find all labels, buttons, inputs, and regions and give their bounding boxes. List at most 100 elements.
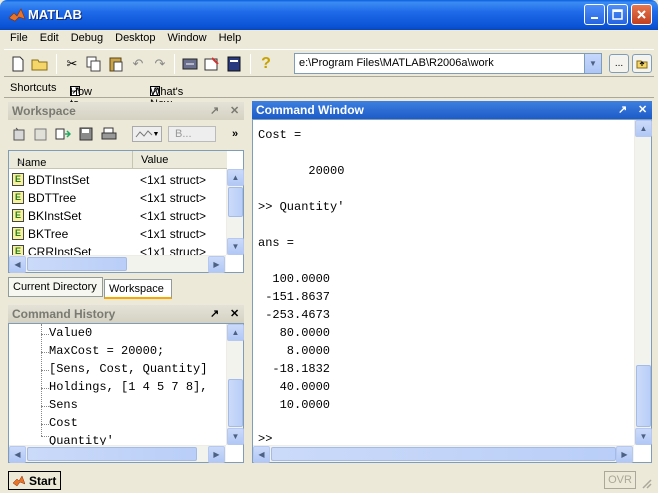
menu-desktop[interactable]: Desktop <box>109 30 161 48</box>
history-entry[interactable]: [Sens, Cost, Quantity] <box>49 362 207 376</box>
title-bar[interactable]: MATLAB <box>0 0 658 30</box>
history-entry[interactable]: Cost <box>49 416 78 430</box>
chevron-down-icon[interactable]: ▼ <box>584 54 601 73</box>
menu-window[interactable]: Window <box>161 30 212 48</box>
overwrite-indicator: OVR <box>604 471 636 489</box>
table-row[interactable]: E BDTTree <1x1 struct> <box>9 189 227 207</box>
scroll-right-icon[interactable]: ▶ <box>616 446 633 463</box>
history-entry[interactable]: Holdings, [1 4 5 7 8], <box>49 380 207 394</box>
command-window-title-bar[interactable]: Command Window ↗ ✕ <box>252 101 652 119</box>
workspace-vertical-scrollbar[interactable]: ▲ ▼ <box>226 169 244 255</box>
maximize-button[interactable] <box>607 4 628 25</box>
scroll-thumb[interactable] <box>228 379 243 427</box>
column-header-value[interactable]: Value <box>132 151 168 169</box>
print-icon[interactable] <box>100 126 118 142</box>
scroll-up-icon[interactable]: ▲ <box>227 324 244 341</box>
scroll-left-icon[interactable]: ◀ <box>253 446 270 463</box>
output-line: -151.8637 <box>258 290 331 304</box>
resize-grip-icon[interactable] <box>640 477 652 489</box>
current-directory-value: e:\Program Files\MATLAB\R2006a\work <box>299 57 494 69</box>
scroll-up-icon[interactable]: ▲ <box>227 169 244 186</box>
scroll-thumb[interactable] <box>27 257 127 271</box>
command-window-title: Command Window <box>256 103 364 117</box>
command-horizontal-scrollbar[interactable]: ◀ ▶ <box>253 445 634 463</box>
start-button[interactable]: Start <box>8 471 61 490</box>
scroll-right-icon[interactable]: ▶ <box>208 446 225 463</box>
redo-icon[interactable]: ↷ <box>150 54 170 74</box>
start-label: Start <box>29 473 57 488</box>
new-variable-icon[interactable] <box>10 126 28 142</box>
workspace-table[interactable]: Name ▲ Value E BDTInstSet <1x1 struct> E… <box>8 150 244 273</box>
history-entry[interactable]: Value0 <box>49 326 92 340</box>
workspace-title: Workspace <box>12 104 76 118</box>
plot-type-value: B... <box>175 128 192 140</box>
tab-workspace[interactable]: Workspace <box>104 279 172 299</box>
current-directory-combo[interactable]: e:\Program Files\MATLAB\R2006a\work ▼ <box>294 53 602 74</box>
undock-icon[interactable]: ↗ <box>618 103 627 116</box>
menu-file[interactable]: File <box>4 30 34 48</box>
scroll-up-icon[interactable]: ▲ <box>635 120 652 137</box>
close-button[interactable] <box>631 4 652 25</box>
minimize-button[interactable] <box>584 4 605 25</box>
browse-button[interactable]: ... <box>609 54 629 73</box>
command-history-title-bar[interactable]: Command History ↗ ✕ <box>8 305 244 323</box>
menu-help[interactable]: Help <box>213 30 248 48</box>
open-variable-icon[interactable] <box>32 126 50 142</box>
command-history-list[interactable]: Value0 MaxCost = 20000; [Sens, Cost, Qua… <box>8 323 244 463</box>
command-vertical-scrollbar[interactable]: ▲ ▼ <box>634 120 652 445</box>
struct-icon: E <box>12 227 24 240</box>
up-folder-button[interactable] <box>632 54 652 73</box>
command-window-output[interactable]: Cost = 20000 >> Quantity' ans = 100.0000… <box>252 119 652 463</box>
scroll-thumb[interactable] <box>27 447 197 461</box>
chevron-right-icon[interactable]: » <box>226 126 244 142</box>
scroll-down-icon[interactable]: ▼ <box>227 428 244 445</box>
import-data-icon[interactable] <box>54 126 72 142</box>
menu-debug[interactable]: Debug <box>65 30 109 48</box>
undock-icon[interactable]: ↗ <box>210 104 219 117</box>
history-entry[interactable]: Sens <box>49 398 78 412</box>
simulink-icon[interactable] <box>180 54 200 74</box>
guide-icon[interactable] <box>202 54 222 74</box>
scroll-down-icon[interactable]: ▼ <box>635 428 652 445</box>
history-horizontal-scrollbar[interactable]: ◀ ▶ <box>9 445 226 463</box>
command-prompt[interactable]: >> <box>258 432 272 446</box>
scroll-thumb[interactable] <box>271 447 616 461</box>
scroll-left-icon[interactable]: ◀ <box>9 446 26 463</box>
close-panel-icon[interactable]: ✕ <box>230 307 239 320</box>
scroll-right-icon[interactable]: ▶ <box>208 256 225 273</box>
scroll-down-icon[interactable]: ▼ <box>227 238 244 255</box>
close-panel-icon[interactable]: ✕ <box>230 104 239 117</box>
copy-icon[interactable] <box>84 54 104 74</box>
undock-icon[interactable]: ↗ <box>210 307 219 320</box>
output-line: Cost = <box>258 128 302 142</box>
workspace-title-bar[interactable]: Workspace ↗ ✕ <box>8 102 244 120</box>
table-row[interactable]: E BKTree <1x1 struct> <box>9 225 227 243</box>
cut-icon[interactable]: ✂ <box>62 54 82 74</box>
up-folder-icon <box>636 60 648 69</box>
table-row[interactable]: E BDTInstSet <1x1 struct> <box>9 171 227 189</box>
workspace-toolbar: ▼ B... » <box>8 121 244 147</box>
output-line: 8.0000 <box>258 344 331 358</box>
menu-bar: File Edit Debug Desktop Window Help <box>4 30 654 48</box>
new-file-icon[interactable] <box>8 54 28 74</box>
history-vertical-scrollbar[interactable]: ▲ ▼ <box>226 324 244 445</box>
plot-selector[interactable]: ▼ <box>132 126 162 142</box>
paste-icon[interactable] <box>106 54 126 74</box>
menu-edit[interactable]: Edit <box>34 30 65 48</box>
undo-icon[interactable]: ↶ <box>128 54 148 74</box>
table-row[interactable]: E BKInstSet <1x1 struct> <box>9 207 227 225</box>
save-workspace-icon[interactable] <box>78 126 96 142</box>
history-entry[interactable]: MaxCost = 20000; <box>49 344 164 358</box>
profiler-icon[interactable] <box>224 54 244 74</box>
open-folder-icon[interactable] <box>30 54 50 74</box>
plot-type-combo[interactable]: B... <box>168 126 216 142</box>
help-icon[interactable]: ? <box>256 54 276 74</box>
scroll-left-icon[interactable]: ◀ <box>9 256 26 273</box>
close-panel-icon[interactable]: ✕ <box>638 103 647 116</box>
sort-ascending-icon: ▲ <box>17 157 25 166</box>
tab-current-directory[interactable]: Current Directory <box>8 277 103 297</box>
scroll-thumb[interactable] <box>228 187 243 217</box>
struct-icon: E <box>12 209 24 222</box>
workspace-horizontal-scrollbar[interactable]: ◀ ▶ <box>9 255 226 273</box>
scroll-thumb[interactable] <box>636 365 651 427</box>
